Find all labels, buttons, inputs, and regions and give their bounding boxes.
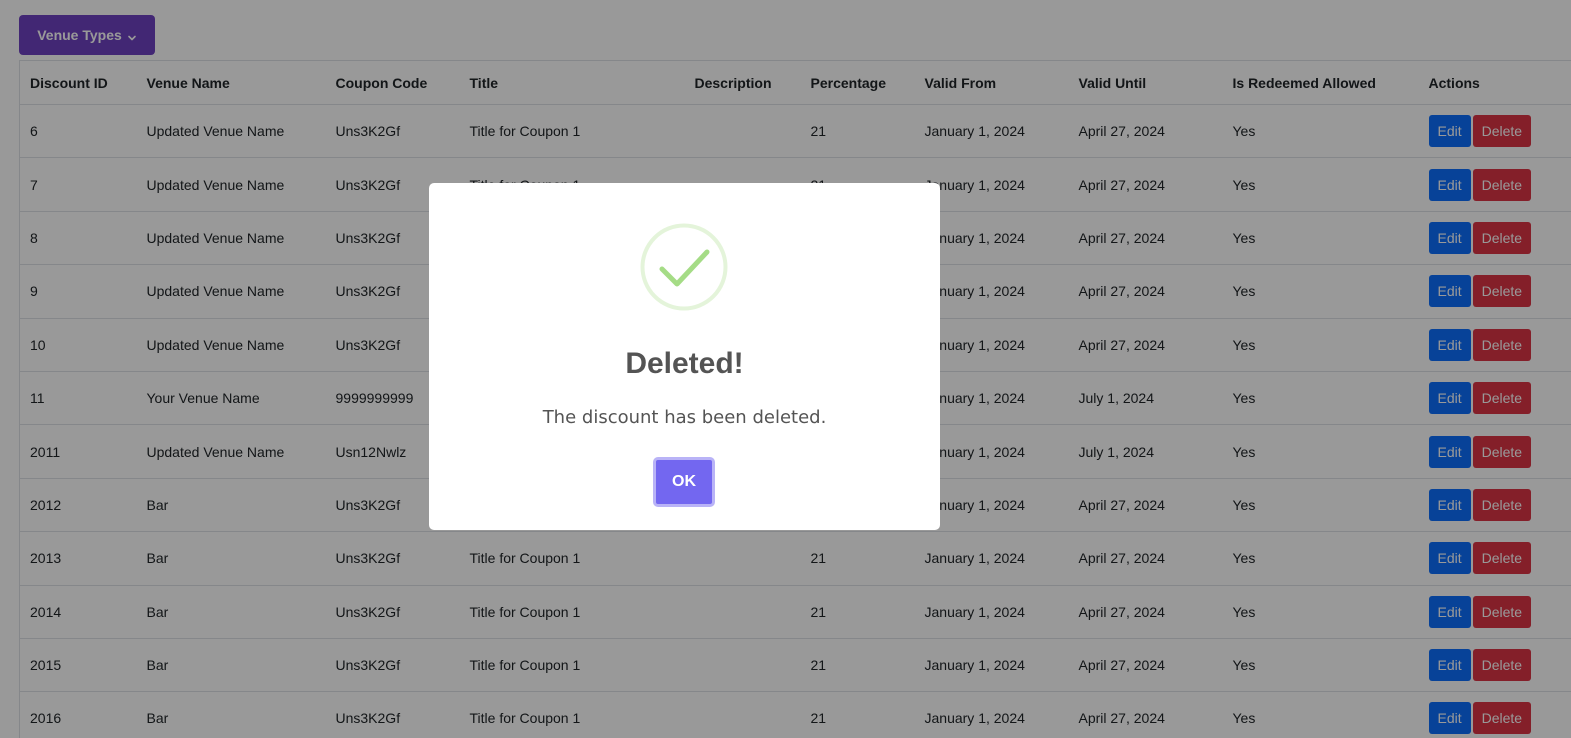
dialog-message: The discount has been deleted. xyxy=(542,407,827,428)
checkmark-icon xyxy=(640,223,728,311)
deleted-dialog: Deleted! The discount has been deleted. … xyxy=(429,183,940,530)
ok-button[interactable]: OK xyxy=(653,457,715,507)
discounts-page: Venue Types Discount ID Venue Name Coupo… xyxy=(0,0,1571,738)
dialog-title: Deleted! xyxy=(625,347,744,380)
